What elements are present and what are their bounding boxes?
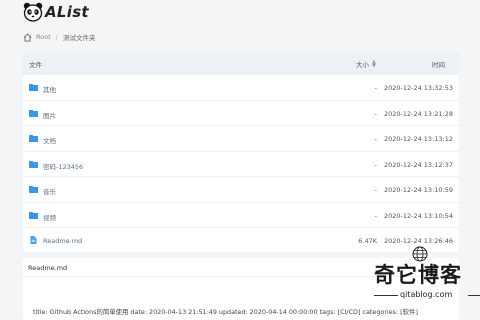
file-name[interactable]: Readme.md [43,237,82,245]
watermark-divider-right [468,295,480,296]
watermark-domain: qitablog.com [400,290,453,299]
file-name[interactable]: 密码-123456 [43,161,83,171]
breadcrumb-separator: / [55,33,58,41]
app-header: AList [0,0,480,24]
folder-icon [29,84,38,91]
app-title[interactable]: AList [45,3,89,21]
table-row[interactable]: 音乐 - 2020-12-24 13:10:59 [23,176,459,202]
file-time: 2020-12-24 13:10:54 [383,211,453,220]
file-time: 2020-12-24 13:12:37 [383,160,453,169]
file-size: - [374,186,377,194]
file-size: - [374,135,377,143]
column-header-name[interactable]: 文件 [29,59,42,69]
file-name[interactable]: 其他 [43,84,56,94]
readme-content: title: Github Actions的简单使用 date: 2020-04… [33,308,418,316]
file-size: - [374,109,377,118]
column-header-size-label: 大小 [356,61,369,69]
file-list-panel: 文件 大小 ▲ ▼ 时间 其他 - 2020-12-24 13:32:53 图片 … [23,52,459,252]
file-size: - [374,84,377,92]
breadcrumb-current[interactable]: 测试文件夹 [63,32,96,42]
file-size: 6.47K [358,237,377,245]
home-icon[interactable] [23,32,32,42]
breadcrumb-root[interactable]: Root [36,33,51,41]
site-watermark: 奇它博客 qitablog.com [360,245,480,305]
file-size: - [374,211,377,220]
folder-icon [29,211,38,219]
folder-icon [29,160,38,168]
file-name[interactable]: 音乐 [43,186,56,196]
folder-icon [29,109,38,117]
readme-title: Readme.md [28,264,68,272]
watermark-title: 奇它博客 [374,263,462,287]
file-name[interactable]: 图片 [43,110,56,120]
column-header-time[interactable]: 时间 [432,59,445,69]
file-time: 2020-12-24 13:21:28 [383,109,453,118]
file-time: 2020-12-24 13:26:46 [383,237,453,245]
breadcrumb: Root / 测试文件夹 [23,30,95,44]
table-row[interactable]: 文档 - 2020-12-24 13:13:12 [23,125,459,151]
file-name[interactable]: 文档 [43,135,56,145]
table-row[interactable]: 视频 - 2020-12-24 13:10:54 [23,201,459,228]
file-time: 2020-12-24 13:32:53 [383,84,453,92]
table-row[interactable]: 图片 - 2020-12-24 13:21:28 [23,99,459,126]
markdown-file-icon [30,236,37,244]
folder-icon [29,135,38,142]
file-time: 2020-12-24 13:10:59 [383,186,453,194]
panda-logo-icon[interactable] [23,2,43,22]
file-size: - [374,160,377,169]
table-row[interactable]: 其他 - 2020-12-24 13:32:53 [23,74,459,100]
table-header: 文件 大小 ▲ ▼ 时间 [23,52,459,74]
file-time: 2020-12-24 13:13:12 [383,135,453,143]
file-name[interactable]: 视频 [43,212,56,222]
column-header-size[interactable]: 大小 ▲ ▼ [356,59,376,70]
sort-arrows-icon: ▲ ▼ [372,59,376,69]
folder-icon [29,186,38,193]
watermark-divider-left [374,295,398,296]
table-row[interactable]: 密码-123456 - 2020-12-24 13:12:37 [23,150,459,177]
